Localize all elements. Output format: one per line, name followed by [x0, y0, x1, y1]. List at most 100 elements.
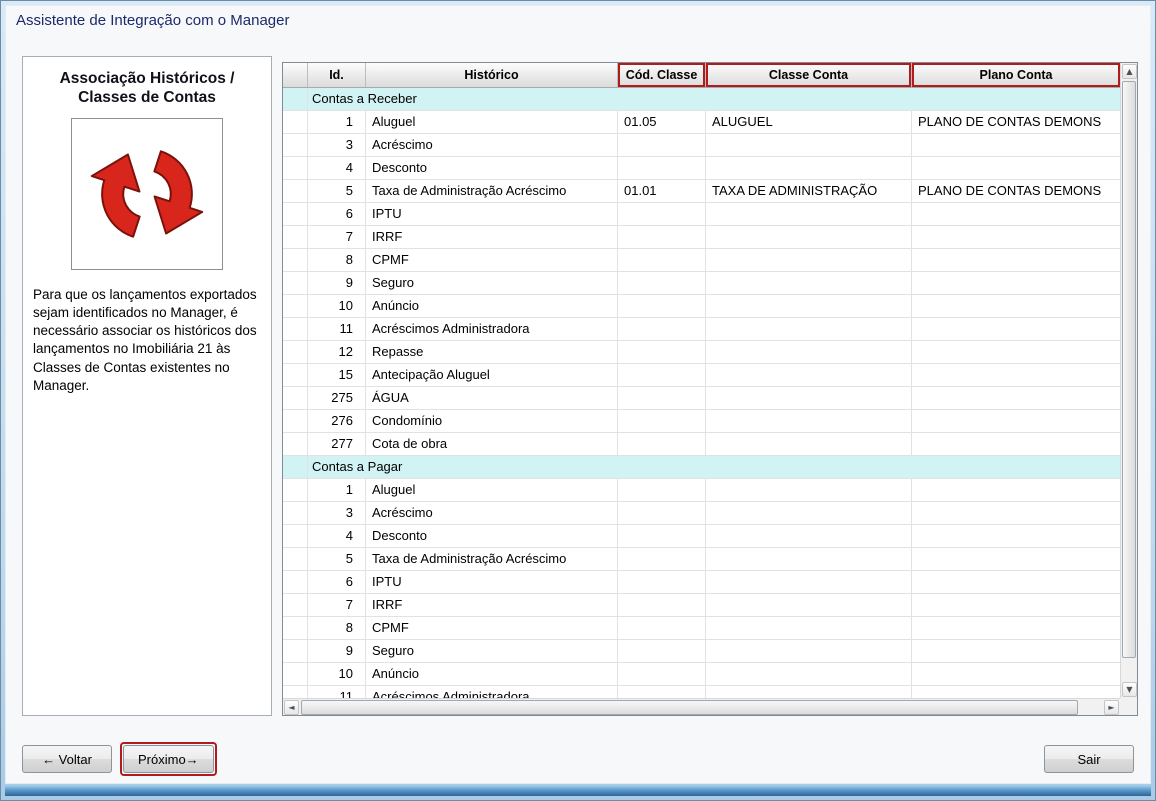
- cell-id[interactable]: 1: [308, 479, 366, 501]
- cell-plano_conta[interactable]: [912, 318, 1120, 340]
- grid-row[interactable]: 7 IRRF: [283, 594, 1120, 617]
- cell-id[interactable]: 8: [308, 617, 366, 639]
- cell-plano_conta[interactable]: [912, 525, 1120, 547]
- cell-classe_conta[interactable]: [706, 387, 912, 409]
- cell-classe_conta[interactable]: [706, 525, 912, 547]
- cell-classe_conta[interactable]: [706, 502, 912, 524]
- cell-id[interactable]: 4: [308, 157, 366, 179]
- cell-id[interactable]: 11: [308, 686, 366, 698]
- cell-classe_conta[interactable]: [706, 686, 912, 698]
- cell-historico[interactable]: Antecipação Aluguel: [366, 364, 618, 386]
- cell-cod_classe[interactable]: [618, 410, 706, 432]
- cell-id[interactable]: 9: [308, 640, 366, 662]
- next-button[interactable]: Próximo→: [123, 745, 214, 773]
- cell-id[interactable]: 6: [308, 571, 366, 593]
- grid-row[interactable]: 6 IPTU: [283, 203, 1120, 226]
- scroll-left-button[interactable]: ◄: [284, 699, 299, 715]
- cell-id[interactable]: 7: [308, 594, 366, 616]
- cell-cod_classe[interactable]: [618, 249, 706, 271]
- cell-cod_classe[interactable]: [618, 479, 706, 501]
- cell-cod_classe[interactable]: [618, 318, 706, 340]
- cell-plano_conta[interactable]: PLANO DE CONTAS DEMONS: [912, 180, 1120, 202]
- cell-historico[interactable]: Repasse: [366, 341, 618, 363]
- grid-row[interactable]: 8 CPMF: [283, 249, 1120, 272]
- cell-classe_conta[interactable]: [706, 249, 912, 271]
- grid-row[interactable]: 5 Taxa de Administração Acréscimo 01.01 TAX…: [283, 180, 1120, 203]
- cell-classe_conta[interactable]: [706, 571, 912, 593]
- cell-classe_conta[interactable]: [706, 364, 912, 386]
- cell-classe_conta[interactable]: [706, 272, 912, 294]
- cell-historico[interactable]: IRRF: [366, 594, 618, 616]
- cell-historico[interactable]: Seguro: [366, 640, 618, 662]
- cell-classe_conta[interactable]: [706, 410, 912, 432]
- cell-plano_conta[interactable]: [912, 157, 1120, 179]
- scroll-up-button[interactable]: ▲: [1122, 64, 1137, 79]
- scroll-down-button[interactable]: ▼: [1122, 682, 1137, 697]
- cell-classe_conta[interactable]: [706, 134, 912, 156]
- cell-cod_classe[interactable]: [618, 341, 706, 363]
- cell-classe_conta[interactable]: [706, 203, 912, 225]
- cell-classe_conta[interactable]: TAXA DE ADMINISTRAÇÃO: [706, 180, 912, 202]
- cell-historico[interactable]: Anúncio: [366, 663, 618, 685]
- cell-cod_classe[interactable]: [618, 433, 706, 455]
- cell-plano_conta[interactable]: [912, 548, 1120, 570]
- cell-plano_conta[interactable]: [912, 502, 1120, 524]
- cell-historico[interactable]: Desconto: [366, 525, 618, 547]
- grid-row[interactable]: 275 ÁGUA: [283, 387, 1120, 410]
- cell-plano_conta[interactable]: [912, 203, 1120, 225]
- cell-historico[interactable]: Seguro: [366, 272, 618, 294]
- grid-row[interactable]: 11 Acréscimos Administradora: [283, 318, 1120, 341]
- column-header-historico[interactable]: Histórico: [366, 63, 618, 87]
- grid-row[interactable]: 277 Cota de obra: [283, 433, 1120, 456]
- cell-historico[interactable]: ÁGUA: [366, 387, 618, 409]
- cell-classe_conta[interactable]: [706, 433, 912, 455]
- exit-button[interactable]: Sair: [1044, 745, 1134, 773]
- cell-cod_classe[interactable]: 01.01: [618, 180, 706, 202]
- cell-id[interactable]: 15: [308, 364, 366, 386]
- grid-row[interactable]: 3 Acréscimo: [283, 502, 1120, 525]
- cell-cod_classe[interactable]: [618, 640, 706, 662]
- cell-classe_conta[interactable]: [706, 157, 912, 179]
- cell-cod_classe[interactable]: [618, 617, 706, 639]
- cell-historico[interactable]: Acréscimos Administradora: [366, 318, 618, 340]
- cell-id[interactable]: 1: [308, 111, 366, 133]
- cell-id[interactable]: 10: [308, 663, 366, 685]
- grid-row[interactable]: 10 Anúncio: [283, 295, 1120, 318]
- cell-classe_conta[interactable]: [706, 663, 912, 685]
- cell-plano_conta[interactable]: [912, 433, 1120, 455]
- cell-historico[interactable]: Taxa de Administração Acréscimo: [366, 548, 618, 570]
- cell-historico[interactable]: Aluguel: [366, 111, 618, 133]
- cell-historico[interactable]: Condomínio: [366, 410, 618, 432]
- cell-historico[interactable]: Anúncio: [366, 295, 618, 317]
- cell-classe_conta[interactable]: [706, 548, 912, 570]
- cell-classe_conta[interactable]: [706, 617, 912, 639]
- cell-cod_classe[interactable]: [618, 502, 706, 524]
- cell-historico[interactable]: Acréscimo: [366, 134, 618, 156]
- cell-plano_conta[interactable]: [912, 594, 1120, 616]
- cell-classe_conta[interactable]: [706, 226, 912, 248]
- cell-plano_conta[interactable]: [912, 663, 1120, 685]
- grid-row[interactable]: 4 Desconto: [283, 525, 1120, 548]
- horizontal-scrollbar[interactable]: ◄ ►: [283, 698, 1120, 715]
- scroll-right-button[interactable]: ►: [1104, 699, 1119, 715]
- cell-plano_conta[interactable]: [912, 387, 1120, 409]
- cell-plano_conta[interactable]: [912, 134, 1120, 156]
- cell-plano_conta[interactable]: [912, 226, 1120, 248]
- cell-plano_conta[interactable]: [912, 249, 1120, 271]
- cell-cod_classe[interactable]: [618, 548, 706, 570]
- cell-id[interactable]: 8: [308, 249, 366, 271]
- cell-id[interactable]: 275: [308, 387, 366, 409]
- cell-id[interactable]: 5: [308, 180, 366, 202]
- cell-classe_conta[interactable]: [706, 479, 912, 501]
- cell-cod_classe[interactable]: [618, 525, 706, 547]
- cell-plano_conta[interactable]: [912, 479, 1120, 501]
- cell-id[interactable]: 276: [308, 410, 366, 432]
- cell-id[interactable]: 3: [308, 502, 366, 524]
- cell-cod_classe[interactable]: [618, 295, 706, 317]
- grid-row[interactable]: 12 Repasse: [283, 341, 1120, 364]
- cell-cod_classe[interactable]: 01.05: [618, 111, 706, 133]
- cell-id[interactable]: 7: [308, 226, 366, 248]
- cell-classe_conta[interactable]: [706, 341, 912, 363]
- cell-cod_classe[interactable]: [618, 686, 706, 698]
- cell-plano_conta[interactable]: [912, 364, 1120, 386]
